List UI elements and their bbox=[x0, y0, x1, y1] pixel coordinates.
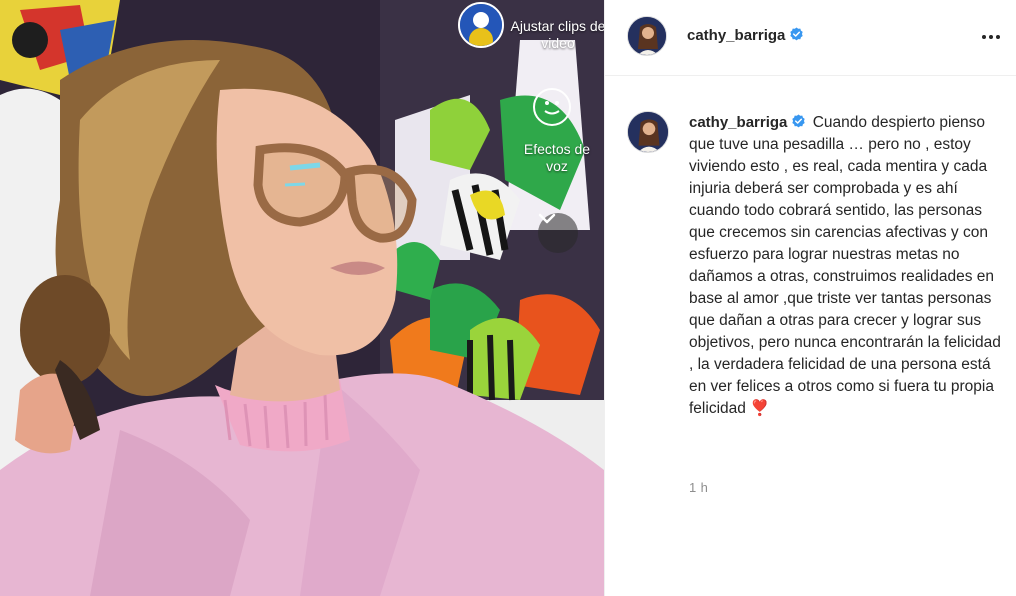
post-header: cathy_barriga bbox=[605, 0, 1016, 76]
caption-text-block: cathy_barriga Cuando despierto pienso qu… bbox=[689, 112, 1007, 420]
avatar-image bbox=[628, 112, 668, 152]
expand-chevron-button[interactable] bbox=[538, 213, 578, 253]
author-username-link[interactable]: cathy_barriga bbox=[687, 27, 804, 44]
post-media[interactable]: Ajustar clips de video Efectos de voz bbox=[0, 0, 604, 596]
post-photo bbox=[0, 0, 604, 596]
author-avatar[interactable] bbox=[627, 16, 667, 56]
heart-exclamation-emoji: ❣️ bbox=[750, 400, 770, 417]
caption-username-text[interactable]: cathy_barriga bbox=[689, 114, 787, 131]
verified-badge-icon bbox=[792, 114, 806, 128]
chevron-down-icon bbox=[538, 213, 556, 224]
post-sidebar: cathy_barriga cathy_barriga Cuando despi… bbox=[604, 0, 1016, 596]
overlay-adjust-clips-label[interactable]: Ajustar clips de video bbox=[508, 18, 604, 52]
caption-author-avatar[interactable] bbox=[627, 111, 669, 153]
more-options-button[interactable] bbox=[977, 26, 1005, 48]
verified-badge-icon bbox=[790, 27, 804, 41]
voice-effects-icon[interactable] bbox=[533, 88, 571, 126]
caption-body: Cuando despierto pienso que tuve una pes… bbox=[689, 114, 1001, 417]
avatar-image bbox=[460, 4, 502, 46]
avatar-image bbox=[628, 17, 666, 55]
author-username[interactable]: cathy_barriga bbox=[687, 27, 785, 44]
post-timestamp[interactable]: 1 h bbox=[689, 480, 708, 495]
caption-author-username[interactable]: cathy_barriga bbox=[689, 114, 806, 131]
overlay-voice-effects-label[interactable]: Efectos de voz bbox=[514, 141, 600, 175]
more-horizontal-icon bbox=[982, 35, 1000, 39]
overlay-profile-avatar[interactable] bbox=[458, 2, 504, 48]
